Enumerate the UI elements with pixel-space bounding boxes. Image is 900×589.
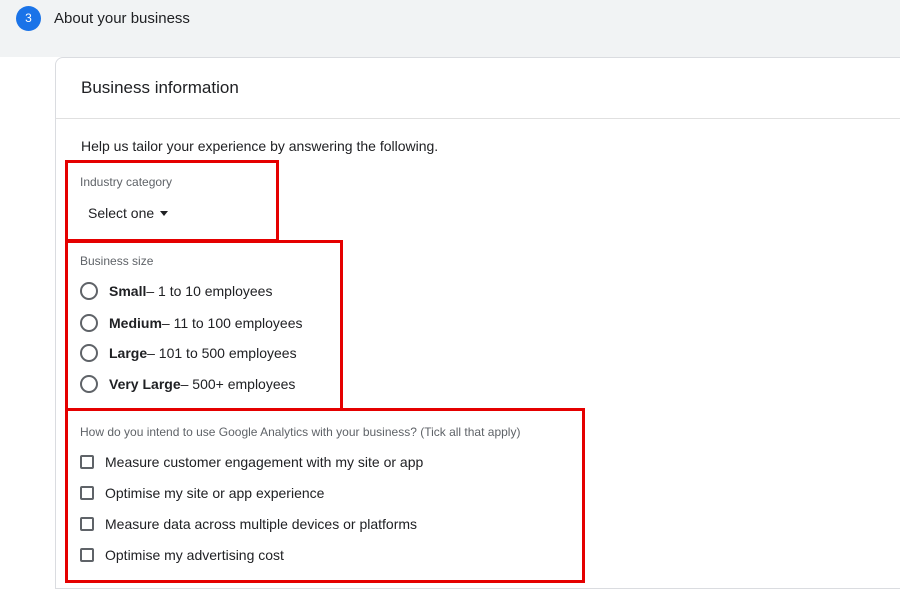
checkbox-label: Measure customer engagement with my site… <box>105 454 424 470</box>
checkbox-label: Optimise my advertising cost <box>105 547 284 563</box>
radio-button[interactable] <box>80 314 98 332</box>
industry-category-value: Select one <box>88 205 155 221</box>
radio-option-large[interactable]: Large – 101 to 500 employees <box>80 342 297 364</box>
industry-category-label: Industry category <box>80 175 173 189</box>
business-size-label: Business size <box>80 254 154 268</box>
checkbox-label: Measure data across multiple devices or … <box>105 516 418 532</box>
step-title: About your business <box>54 10 190 27</box>
option-name: Small <box>109 283 147 299</box>
checkbox-option-advertising-cost[interactable]: Optimise my advertising cost <box>80 544 284 566</box>
card-divider <box>56 118 900 119</box>
radio-button[interactable] <box>80 344 98 362</box>
checkbox-option-engagement[interactable]: Measure customer engagement with my site… <box>80 451 423 473</box>
checkbox[interactable] <box>80 455 94 469</box>
option-description: – 500+ employees <box>180 376 296 392</box>
industry-category-select[interactable]: Select one <box>88 205 169 222</box>
industry-highlight-box <box>65 160 279 242</box>
radio-option-medium[interactable]: Medium – 11 to 100 employees <box>80 312 303 334</box>
option-description: – 101 to 500 employees <box>147 345 297 361</box>
option-name: Large <box>109 345 148 361</box>
checkbox[interactable] <box>80 548 94 562</box>
checkbox[interactable] <box>80 517 94 531</box>
step-number-badge: 3 <box>16 6 41 31</box>
usage-question-label: How do you intend to use Google Analytic… <box>80 425 521 439</box>
card-title: Business information <box>81 78 239 97</box>
radio-button[interactable] <box>80 282 98 300</box>
caret-down-icon <box>160 210 169 216</box>
checkbox[interactable] <box>80 486 94 500</box>
option-name: Medium <box>109 315 162 331</box>
checkbox-option-cross-device[interactable]: Measure data across multiple devices or … <box>80 513 417 535</box>
radio-option-small[interactable]: Small – 1 to 10 employees <box>80 280 272 302</box>
radio-option-very-large[interactable]: Very Large – 500+ employees <box>80 373 295 395</box>
radio-button[interactable] <box>80 375 98 393</box>
checkbox-label: Optimise my site or app experience <box>105 485 325 501</box>
step-header: 3 About your business <box>0 0 900 57</box>
checkbox-option-experience[interactable]: Optimise my site or app experience <box>80 482 324 504</box>
option-description: – 11 to 100 employees <box>161 315 303 331</box>
option-description: – 1 to 10 employees <box>146 283 273 299</box>
intro-text: Help us tailor your experience by answer… <box>81 138 439 154</box>
option-name: Very Large <box>109 376 181 392</box>
